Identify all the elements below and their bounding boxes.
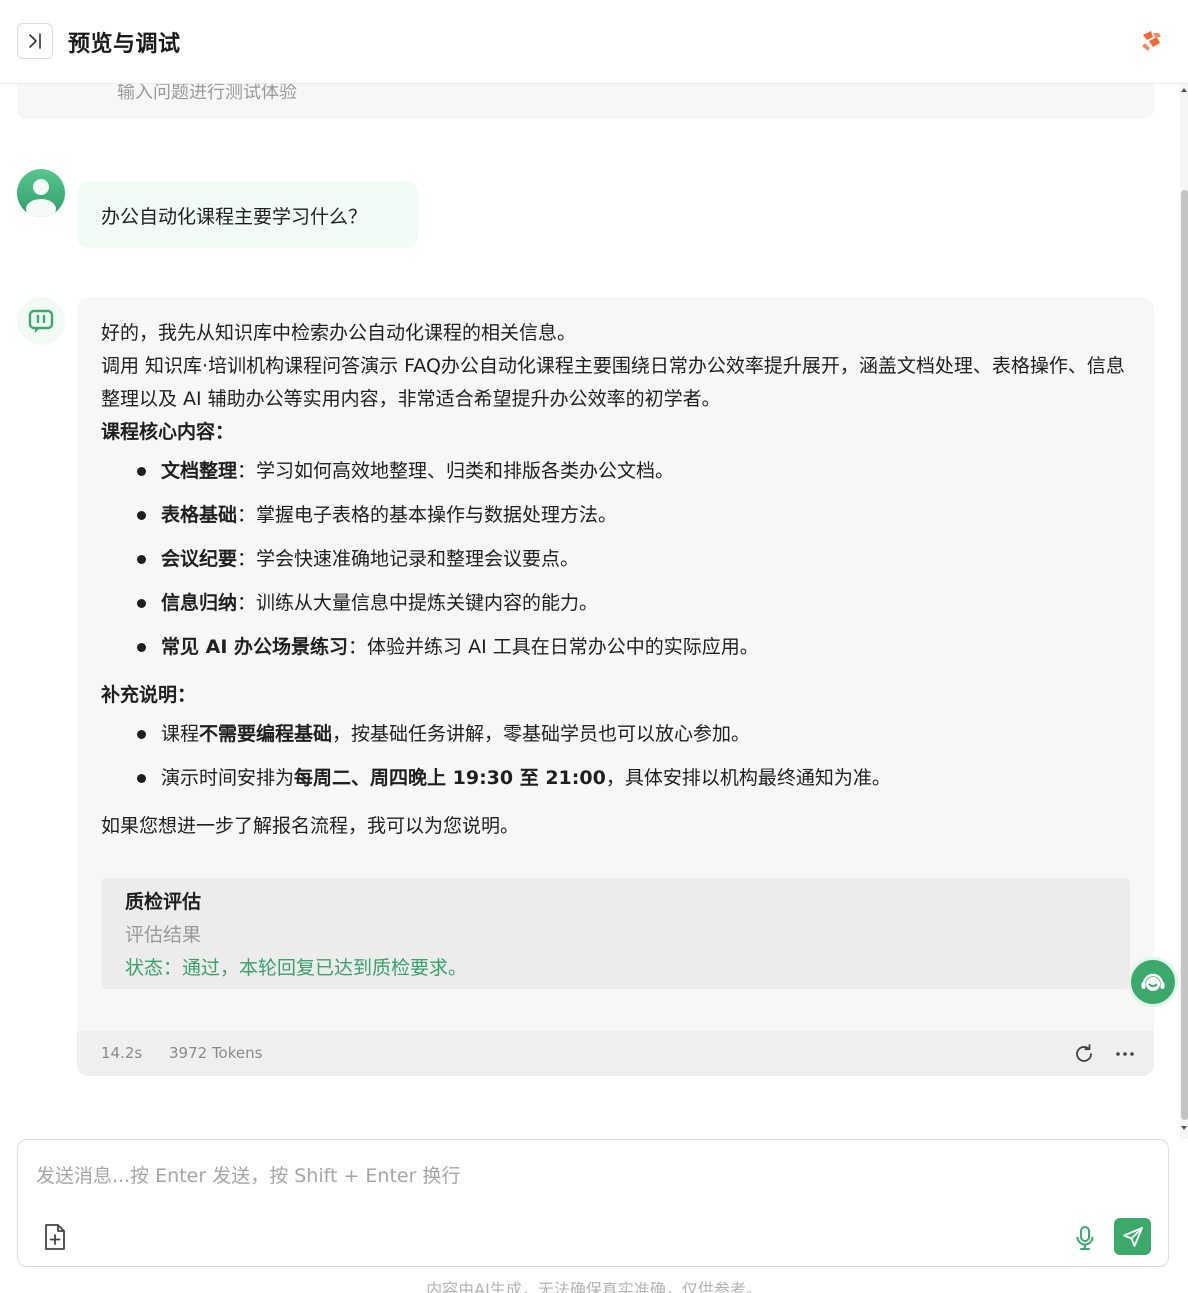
sidebar-expand-icon — [29, 33, 41, 49]
qc-subtitle: 评估结果 — [125, 924, 202, 946]
headset-icon — [1141, 973, 1165, 991]
bot-closing-line: 如果您想进一步了解报名流程，我可以为您说明。 — [101, 815, 520, 837]
bot-summary: 调用 知识库·培训机构课程问答演示 FAQ办公自动化课程主要围绕日常办公效率提升… — [101, 355, 1125, 410]
bot-avatar — [17, 297, 65, 345]
intro-text: 输入问题进行测试体验 — [117, 84, 297, 103]
microphone-icon[interactable] — [1073, 1224, 1097, 1252]
bot-message-card: 好的，我先从知识库中检索办公自动化课程的相关信息。 调用 知识库·培训机构课程问… — [77, 297, 1154, 1076]
core-content-list: 文档整理：学习如何高效地整理、归类和排版各类办公文档。 表格基础：掌握电子表格的… — [101, 449, 1131, 669]
message-footer: 14.2s 3972 Tokens — [77, 1031, 1154, 1076]
list-item: 演示时间安排为每周二、周四晚上 19:30 至 21:00，具体安排以机构最终通… — [101, 756, 1131, 800]
bot-message-content: 好的，我先从知识库中检索办公自动化课程的相关信息。 调用 知识库·培训机构课程问… — [101, 317, 1131, 843]
user-message-text: 办公自动化课程主要学习什么？ — [101, 206, 368, 228]
token-count: 3972 Tokens — [169, 1044, 263, 1062]
attach-file-icon[interactable] — [42, 1222, 68, 1252]
list-item: 文档整理：学习如何高效地整理、归类和排版各类办公文档。 — [101, 449, 1131, 493]
assistant-float-button[interactable] — [1128, 957, 1178, 1007]
list-item: 课程不需要编程基础，按基础任务讲解，零基础学员也可以放心参加。 — [101, 712, 1131, 756]
send-icon — [1122, 1226, 1143, 1247]
header-bar: 预览与调试 — [0, 0, 1188, 84]
extra-notes-heading: 补充说明： — [101, 684, 197, 706]
page-title: 预览与调试 — [68, 32, 181, 57]
user-message-bubble: 办公自动化课程主要学习什么？ — [77, 181, 418, 248]
extra-notes-list: 课程不需要编程基础，按基础任务讲解，零基础学员也可以放心参加。 演示时间安排为每… — [101, 712, 1131, 800]
message-input[interactable] — [36, 1160, 1136, 1192]
qc-title: 质检评估 — [125, 891, 202, 913]
user-avatar — [17, 169, 65, 217]
list-item: 常见 AI 办公场景练习：体验并练习 AI 工具在日常办公中的实际应用。 — [101, 625, 1131, 669]
quality-check-box: 质检评估 评估结果 状态：通过，本轮回复已达到质检要求。 — [101, 878, 1130, 989]
list-item: 表格基础：掌握电子表格的基本操作与数据处理方法。 — [101, 493, 1131, 537]
core-content-heading: 课程核心内容： — [101, 421, 235, 443]
regenerate-icon[interactable] — [1072, 1042, 1096, 1066]
bot-icon — [28, 309, 54, 333]
response-time: 14.2s — [101, 1044, 143, 1062]
more-options-icon[interactable] — [1113, 1042, 1137, 1066]
brand-logo-icon[interactable] — [1139, 29, 1163, 53]
ai-disclaimer: 内容由AI生成，无法确保真实准确，仅供参考。 — [426, 1280, 762, 1293]
list-item: 信息归纳：训练从大量信息中提炼关键内容的能力。 — [101, 581, 1131, 625]
message-input-box — [17, 1139, 1169, 1267]
qc-status: 状态：通过，本轮回复已达到质检要求。 — [125, 957, 468, 979]
send-button[interactable] — [1114, 1218, 1151, 1255]
scroll-down-arrow-icon[interactable] — [1180, 1124, 1188, 1132]
sidebar-toggle-button[interactable] — [17, 23, 53, 59]
scrollbar-thumb[interactable] — [1181, 190, 1188, 1120]
chat-history: 输入问题进行测试体验 办公自动化课程主要学习什么？ 好的，我先从知识库中检索办公… — [0, 84, 1180, 1129]
scroll-up-arrow-icon[interactable] — [1180, 86, 1188, 94]
bot-intro-line: 好的，我先从知识库中检索办公自动化课程的相关信息。 — [101, 322, 577, 344]
user-avatar-icon — [26, 179, 56, 217]
intro-card: 输入问题进行测试体验 — [17, 84, 1154, 119]
list-item: 会议纪要：学会快速准确地记录和整理会议要点。 — [101, 537, 1131, 581]
